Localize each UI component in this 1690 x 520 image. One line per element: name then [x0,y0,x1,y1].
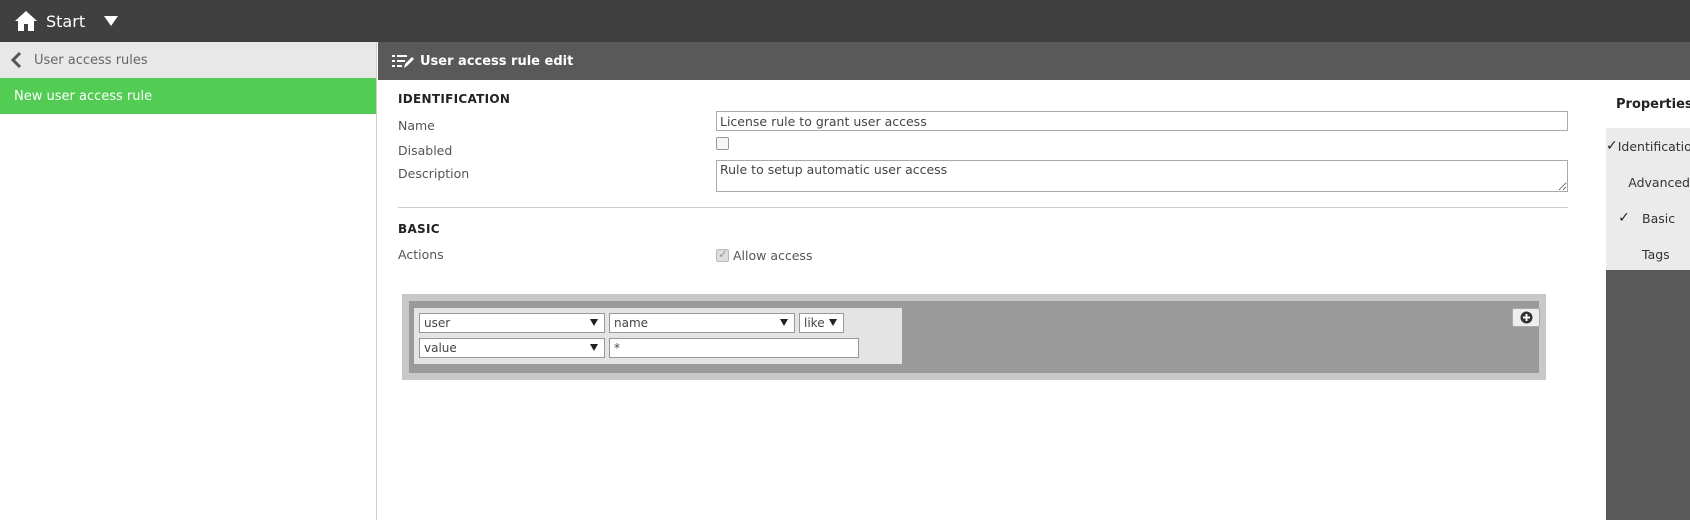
disabled-checkbox[interactable] [716,137,729,150]
properties-panel: Properties ✓ Identification Advanced ✓ B… [1606,80,1690,270]
top-bar: Start [0,0,1690,42]
actions-label: Actions [398,247,444,262]
condition-value-input[interactable]: * [609,338,859,358]
select-arrow-icon [780,319,788,326]
list-item-new-user-access-rule[interactable]: New user access rule [0,78,376,114]
home-label: Start [46,11,86,31]
select-arrow-icon [590,319,598,326]
name-input[interactable] [716,111,1568,131]
operator-select-value: like [804,316,825,330]
add-condition-button[interactable] [1512,308,1540,327]
home-icon [15,11,37,31]
description-label: Description [398,166,470,181]
basic-section-title: BASIC [398,222,440,236]
property-item-label: Advanced [1628,174,1690,190]
select-arrow-icon [590,344,598,351]
back-button[interactable]: User access rules [0,42,376,78]
main-content: IDENTIFICATION Name Disabled Description… [378,80,1606,520]
name-label: Name [398,118,435,133]
property-item-label: Tags [1642,246,1670,262]
value-type-select-value: value [424,341,457,355]
allow-access-checkbox[interactable] [716,247,729,262]
section-divider [398,207,1568,208]
disabled-label: Disabled [398,143,453,158]
value-type-select[interactable]: value [419,338,605,358]
plus-circle-icon [1520,311,1532,324]
property-item-tags[interactable]: Tags [1606,236,1690,270]
property-item-advanced[interactable]: Advanced [1606,164,1690,200]
left-panel: User access rules New user access rule [0,42,377,520]
main-header: User access rule edit [378,42,1690,80]
check-icon: ✓ [1618,210,1630,226]
select-arrow-icon [829,319,837,326]
operator-select[interactable]: like [799,313,844,333]
description-textarea[interactable]: Rule to setup automatic user access [716,160,1568,192]
rule-condition-group: user name like value * [409,301,1540,373]
attribute-select-value: name [614,316,649,330]
condition-box: user name like value * [414,308,902,364]
attribute-select[interactable]: name [609,313,795,333]
resource-select[interactable]: user [419,313,605,333]
page-title: User access rule edit [420,53,574,69]
property-item-label: Identification [1617,138,1690,154]
property-item-label: Basic [1642,210,1676,226]
identification-section-title: IDENTIFICATION [398,92,511,106]
property-item-identification[interactable]: ✓ Identification [1606,128,1690,164]
caret-down-icon[interactable] [103,15,119,27]
check-icon: ✓ [1606,138,1618,154]
list-edit-icon [392,55,414,68]
property-item-basic[interactable]: ✓ Basic [1606,200,1690,236]
home-button[interactable]: Start [14,10,85,32]
rule-builder: user name like value * [402,294,1546,380]
allow-access-label: Allow access [733,248,813,263]
properties-title: Properties [1606,80,1690,128]
back-label: User access rules [34,52,148,68]
resource-select-value: user [424,316,451,330]
chevron-left-icon [10,51,22,69]
